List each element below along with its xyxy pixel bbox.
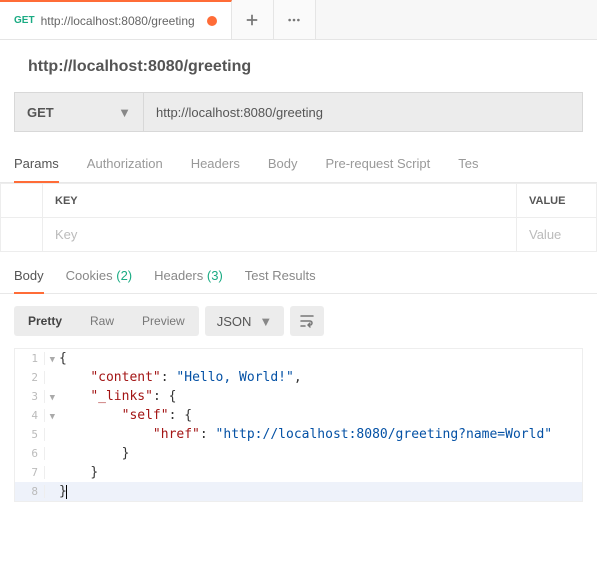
code-line: "content": "Hello, World!", <box>45 370 302 385</box>
code-line: } <box>45 446 129 461</box>
params-value-header: VALUE <box>517 184 597 218</box>
code-line: { <box>45 351 67 366</box>
resp-tab-cookies-count: (2) <box>116 268 132 283</box>
tab-title: http://localhost:8080/greeting <box>41 14 195 28</box>
text-cursor <box>66 485 67 499</box>
plus-icon <box>245 13 259 27</box>
method-select[interactable]: GET ▼ <box>14 92 144 132</box>
caret-down-icon: ▼ <box>118 105 131 120</box>
line-number: 2 <box>31 371 38 384</box>
params-table: KEY VALUE Key Value <box>0 183 597 252</box>
tab-authorization[interactable]: Authorization <box>87 156 163 182</box>
fold-icon[interactable]: ▼ <box>50 393 55 403</box>
code-line: } <box>45 484 67 499</box>
resp-tab-headers-label: Headers <box>154 268 203 283</box>
request-row: GET ▼ http://localhost:8080/greeting <box>14 92 583 132</box>
params-key-input[interactable]: Key <box>43 218 517 252</box>
params-input-row: Key Value <box>1 218 597 252</box>
line-number: 6 <box>31 447 38 460</box>
view-raw[interactable]: Raw <box>76 306 128 336</box>
code-line: "_links": { <box>45 389 176 404</box>
resp-tab-cookies-label: Cookies <box>66 268 113 283</box>
line-number: 7 <box>31 466 38 479</box>
view-mode-group: Pretty Raw Preview <box>14 306 199 336</box>
body-toolbar: Pretty Raw Preview JSON ▼ <box>0 294 597 348</box>
tab-body[interactable]: Body <box>268 156 298 182</box>
resp-tab-headers-count: (3) <box>207 268 223 283</box>
tab-menu-button[interactable] <box>274 0 316 39</box>
wrap-lines-button[interactable] <box>290 306 324 336</box>
tab-method-badge: GET <box>14 15 35 26</box>
tab-bar: GET http://localhost:8080/greeting <box>0 0 597 40</box>
params-checkbox-cell[interactable] <box>1 218 43 252</box>
params-checkbox-header <box>1 184 43 218</box>
response-tabs: Body Cookies (2) Headers (3) Test Result… <box>0 252 597 294</box>
view-preview[interactable]: Preview <box>128 306 199 336</box>
format-value: JSON <box>217 314 252 329</box>
params-header-row: KEY VALUE <box>1 184 597 218</box>
url-input[interactable]: http://localhost:8080/greeting <box>144 92 583 132</box>
unsaved-dot-icon <box>207 16 217 26</box>
tab-headers[interactable]: Headers <box>191 156 240 182</box>
line-number: 3 <box>31 390 38 403</box>
resp-tab-body[interactable]: Body <box>14 268 44 294</box>
tab-prerequest[interactable]: Pre-request Script <box>325 156 430 182</box>
view-pretty[interactable]: Pretty <box>14 306 76 336</box>
params-value-input[interactable]: Value <box>517 218 597 252</box>
line-number: 1 <box>31 352 38 365</box>
fold-icon[interactable]: ▼ <box>50 355 55 365</box>
new-tab-button[interactable] <box>232 0 274 39</box>
line-number: 4 <box>31 409 38 422</box>
response-body-viewer[interactable]: 1▼{ 2 "content": "Hello, World!", 3▼ "_l… <box>14 348 583 502</box>
format-select[interactable]: JSON ▼ <box>205 306 285 336</box>
fold-icon[interactable]: ▼ <box>50 412 55 422</box>
code-line: "href": "http://localhost:8080/greeting?… <box>45 427 552 442</box>
line-number: 5 <box>31 428 38 441</box>
line-number: 8 <box>31 485 38 498</box>
method-value: GET <box>27 105 54 120</box>
caret-down-icon: ▼ <box>259 314 272 329</box>
resp-tab-headers[interactable]: Headers (3) <box>154 268 223 293</box>
tab-params[interactable]: Params <box>14 156 59 183</box>
request-tab[interactable]: GET http://localhost:8080/greeting <box>0 0 232 39</box>
resp-tab-testresults[interactable]: Test Results <box>245 268 316 293</box>
code-line: } <box>45 465 98 480</box>
code-line: "self": { <box>45 408 192 423</box>
request-name: http://localhost:8080/greeting <box>0 40 597 86</box>
wrap-icon <box>299 313 315 329</box>
resp-tab-cookies[interactable]: Cookies (2) <box>66 268 132 293</box>
tab-tests[interactable]: Tes <box>458 156 478 182</box>
request-subtabs: Params Authorization Headers Body Pre-re… <box>0 132 597 183</box>
params-key-header: KEY <box>43 184 517 218</box>
url-value: http://localhost:8080/greeting <box>156 105 323 120</box>
ellipsis-icon <box>287 13 301 27</box>
